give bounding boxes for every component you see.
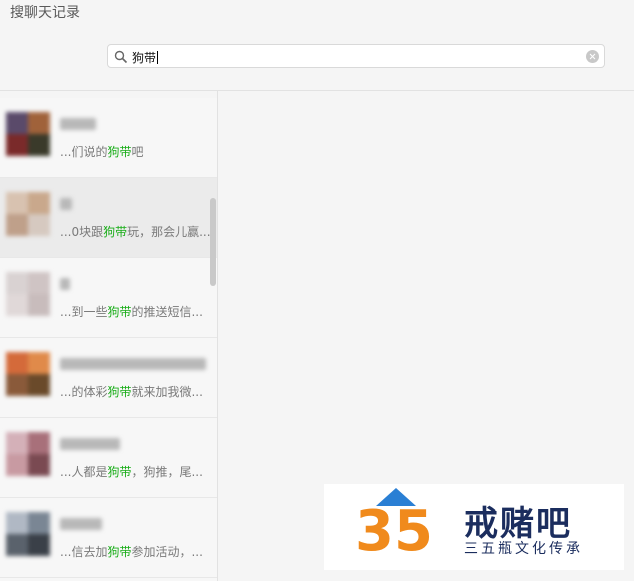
- message-snippet: ...信去加狗带参加活动，...: [60, 545, 203, 559]
- result-item[interactable]: ...的体彩狗带就来加我微...: [0, 338, 217, 418]
- message-snippet: ...的体彩狗带就来加我微...: [60, 385, 203, 399]
- contact-avatar: [6, 512, 50, 556]
- search-icon: [114, 50, 128, 64]
- contact-avatar: [6, 112, 50, 156]
- search-query-text: 狗带: [132, 51, 157, 65]
- contact-name-blurred: [60, 278, 70, 290]
- result-item[interactable]: ...0块跟狗带玩，那会儿赢...: [0, 178, 217, 258]
- 35-logo-mark: 35: [355, 488, 433, 564]
- clear-search-icon[interactable]: [586, 50, 599, 63]
- message-snippet: ...人都是狗带，狗推，尾...: [60, 465, 203, 479]
- contact-avatar: [6, 432, 50, 476]
- contact-avatar: [6, 352, 50, 396]
- search-results-list[interactable]: ...们说的狗带吧 ...0块跟狗带玩，那会儿赢... ...到一些狗带的推送短…: [0, 98, 217, 581]
- logo-number: 35: [355, 499, 433, 564]
- contact-name-blurred: [60, 358, 206, 370]
- result-item[interactable]: ...们说的狗带吧: [0, 98, 217, 178]
- message-snippet: ...到一些狗带的推送短信...: [60, 305, 203, 319]
- search-input[interactable]: 狗带: [107, 44, 605, 68]
- message-snippet: ...0块跟狗带玩，那会儿赢...: [60, 225, 210, 239]
- brand-tagline: 三五瓶文化传承: [464, 541, 583, 557]
- contact-name-blurred: [60, 118, 96, 130]
- contact-name-blurred: [60, 198, 72, 210]
- message-snippet: ...们说的狗带吧: [60, 145, 144, 159]
- list-scrollbar[interactable]: [210, 198, 216, 286]
- result-item[interactable]: ...到一些狗带的推送短信...: [0, 258, 217, 338]
- result-item[interactable]: ...信去加狗带参加活动，...: [0, 498, 217, 578]
- result-item[interactable]: ...人都是狗带，狗推，尾...: [0, 418, 217, 498]
- watermark-logo: 35 戒赌吧 三五瓶文化传承: [324, 484, 624, 570]
- contact-avatar: [6, 192, 50, 236]
- contact-avatar: [6, 272, 50, 316]
- contact-name-blurred: [60, 438, 120, 450]
- search-history-title: 搜聊天记录: [10, 5, 80, 21]
- contact-name-blurred: [60, 518, 102, 530]
